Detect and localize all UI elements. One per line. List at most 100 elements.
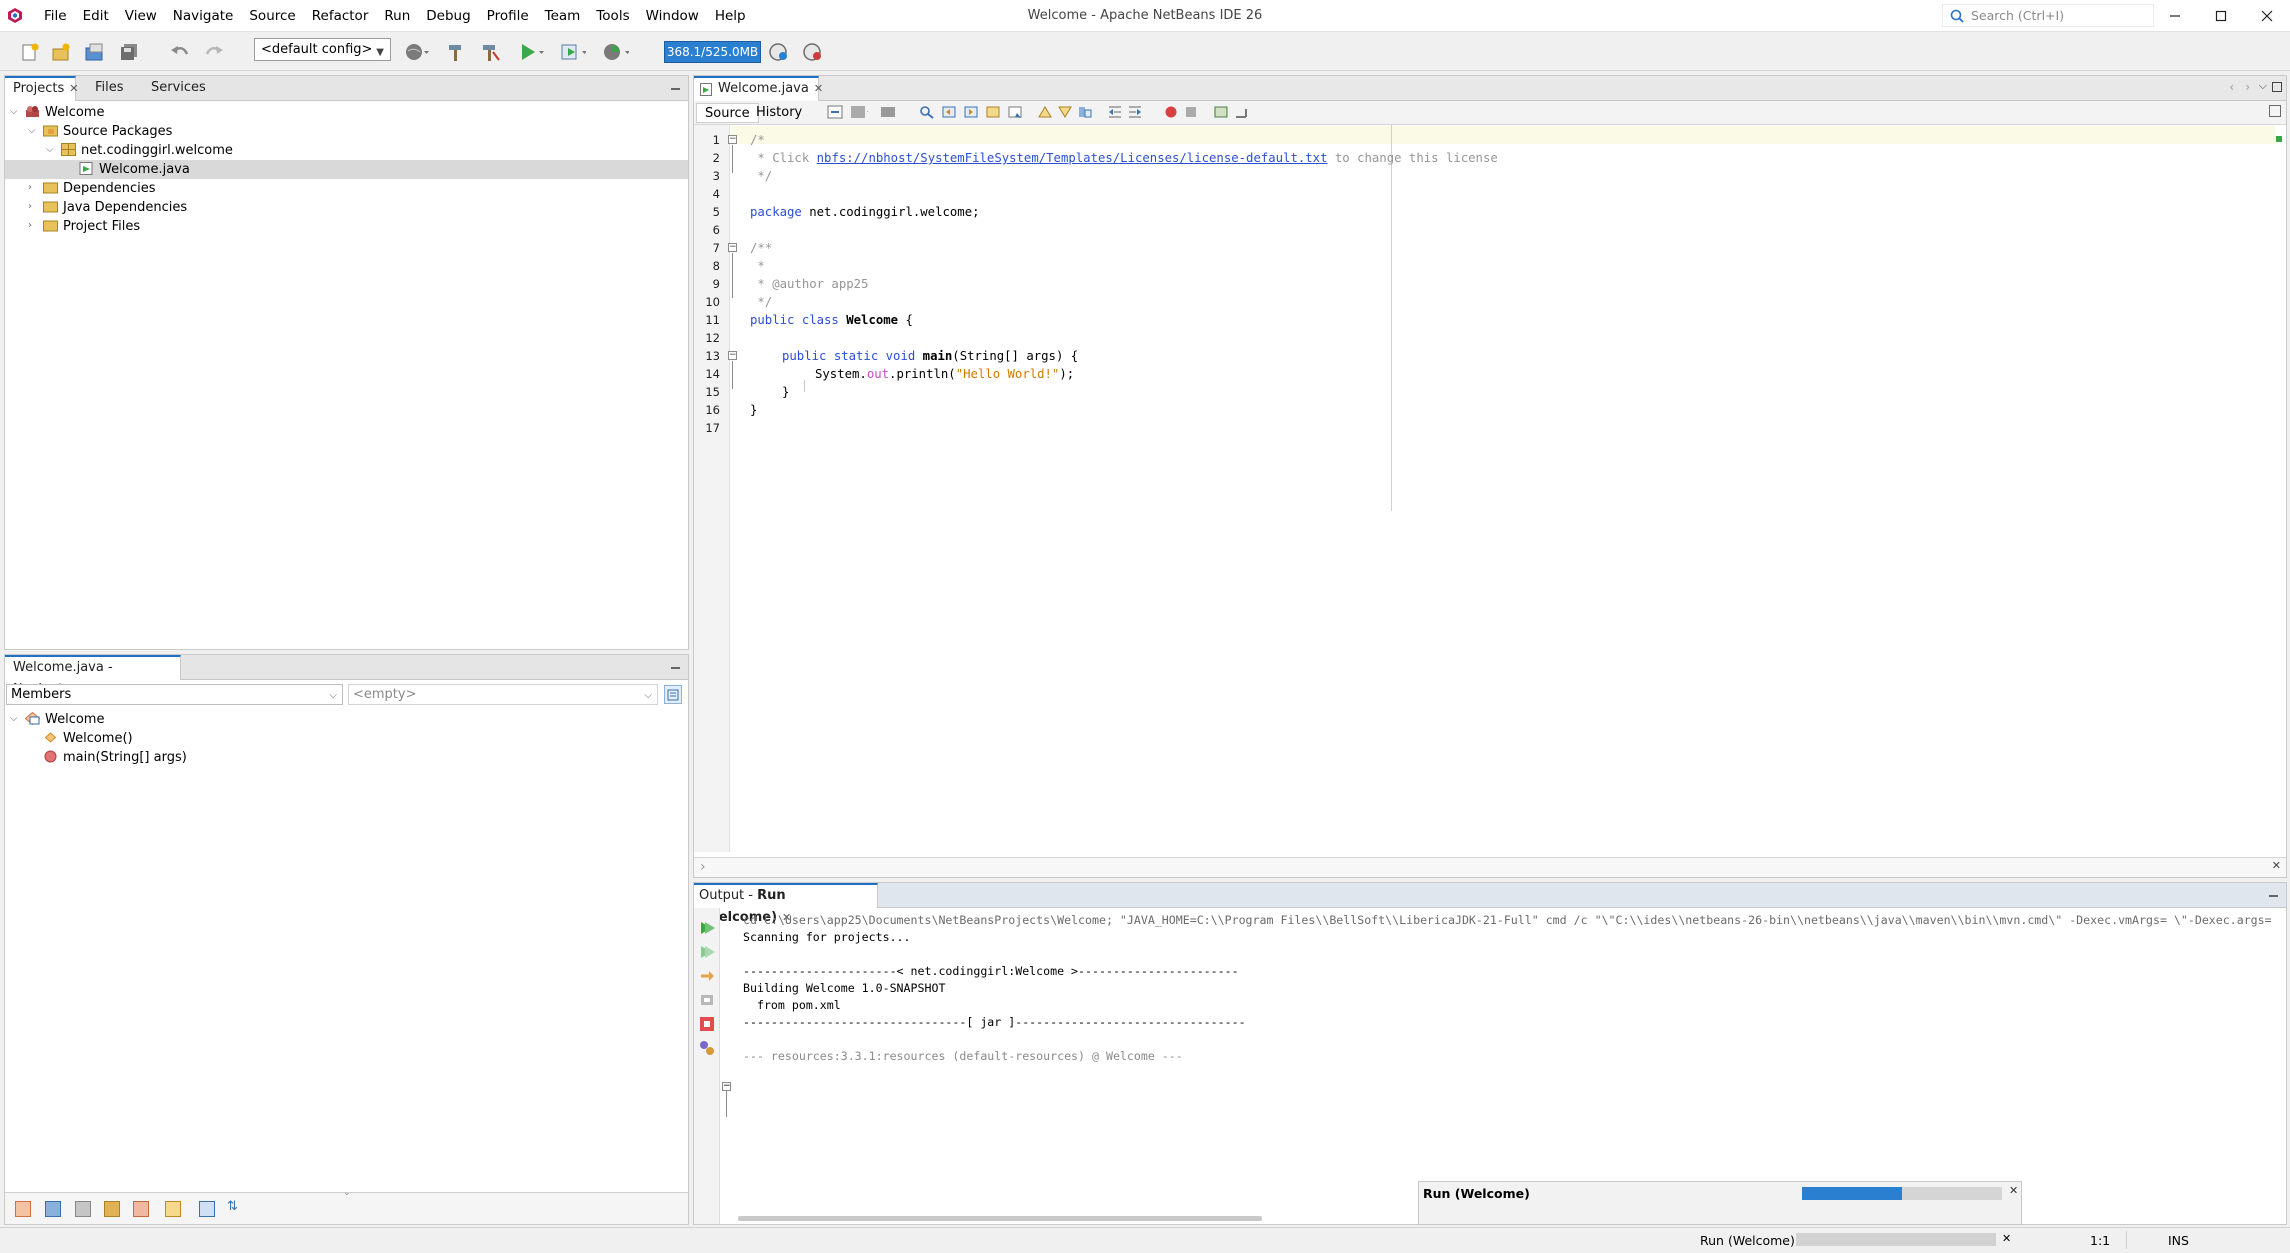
back-button[interactable] [850, 103, 868, 121]
shift-left-button[interactable] [1106, 103, 1124, 121]
save-all-button[interactable] [116, 39, 142, 65]
tab-navigator[interactable]: Welcome.java - Navigator✕ [5, 655, 181, 697]
menu-team[interactable]: Team [537, 0, 589, 32]
filter-static-icon[interactable] [75, 1201, 91, 1217]
code-line-1[interactable]: /* [750, 131, 765, 149]
maven-goals-button[interactable] [699, 1040, 715, 1060]
members-filter-dropdown[interactable]: Members ⌵ [6, 684, 343, 705]
filter-non-public-icon[interactable] [104, 1201, 120, 1217]
start-macro-button[interactable] [1162, 103, 1180, 121]
minimize-panel-icon[interactable] [671, 660, 680, 669]
breadcrumb-arrow-icon[interactable]: › [700, 859, 706, 875]
code-line-9[interactable]: * @author app25 [750, 275, 868, 293]
config-dropdown[interactable]: <default config> ▼ [254, 38, 391, 61]
new-project-button[interactable] [48, 39, 74, 65]
rerun-button[interactable] [699, 920, 715, 940]
insert-mode[interactable]: INS [2168, 1233, 2189, 1248]
menu-run[interactable]: Run [376, 0, 418, 32]
sort-az-icon[interactable]: ⇅ [227, 1199, 238, 1214]
minimize-panel-icon[interactable] [671, 81, 680, 90]
chevron-right-icon[interactable]: › [28, 201, 32, 212]
close-icon[interactable]: ✕ [2002, 1232, 2011, 1245]
tree-item-project[interactable]: Welcome [25, 103, 425, 122]
browser-button[interactable] [404, 39, 430, 65]
chevron-right-icon[interactable]: › [28, 182, 32, 193]
build-button[interactable] [443, 39, 469, 65]
chevron-down-icon[interactable]: ⌵ [10, 713, 18, 724]
tab-services[interactable]: Services [143, 76, 214, 101]
code-line-15[interactable]: } [782, 383, 789, 401]
rerun-with-params-button[interactable] [699, 944, 715, 964]
profile-button[interactable] [603, 39, 629, 65]
fold-toggle-icon[interactable]: − [728, 135, 737, 144]
maximize-button[interactable] [2198, 0, 2244, 32]
tree-item-source-packages[interactable]: Source Packages [43, 122, 443, 141]
resume-button[interactable] [699, 968, 715, 988]
nav-constructor[interactable]: Welcome() [43, 729, 343, 748]
last-edit-button[interactable] [826, 103, 844, 121]
code-line-8[interactable]: * [750, 257, 764, 275]
tree-item-dependencies[interactable]: Dependencies [43, 179, 443, 198]
tab-output-run[interactable]: Output - Run (Welcome) ✕ [694, 883, 878, 925]
tab-projects[interactable]: Projects ✕ [5, 76, 78, 101]
search-input[interactable]: Search (Ctrl+I) [1942, 4, 2154, 27]
code-line-2[interactable]: * Click nbfs://nbhost/SystemFileSystem/T… [750, 149, 1497, 167]
filter-sort-name-icon[interactable] [199, 1201, 215, 1217]
uncomment-button[interactable] [1232, 103, 1250, 121]
forward-button[interactable] [880, 103, 898, 121]
menu-tools[interactable]: Tools [588, 0, 637, 32]
tab-files[interactable]: Files [87, 76, 132, 101]
license-link[interactable]: nbfs://nbhost/SystemFileSystem/Templates… [817, 151, 1328, 165]
code-line-11[interactable]: public class Welcome { [750, 311, 913, 329]
tree-item-java-dependencies[interactable]: Java Dependencies [43, 198, 443, 217]
stop-button[interactable] [699, 1016, 715, 1036]
close-window-button[interactable] [2244, 0, 2290, 32]
new-file-button[interactable] [17, 39, 43, 65]
profile-ide-button[interactable] [800, 39, 826, 65]
comment-button[interactable] [1212, 103, 1230, 121]
resize-handle-icon[interactable]: ⌄ [343, 1188, 351, 1198]
tree-item-package[interactable]: net.codinggirl.welcome [61, 141, 461, 160]
tree-item-project-files[interactable]: Project Files [43, 217, 443, 236]
code-line-14[interactable]: System.out.println("Hello World!"); [815, 365, 1074, 383]
clean-build-button[interactable] [477, 39, 503, 65]
find-previous-button[interactable] [940, 103, 958, 121]
find-next-button[interactable] [962, 103, 980, 121]
fold-toggle-icon[interactable]: − [728, 243, 737, 252]
minimize-panel-icon[interactable] [2269, 888, 2278, 897]
close-icon[interactable]: ✕ [814, 82, 823, 95]
nav-class-welcome[interactable]: Welcome [25, 710, 325, 729]
toggle-bookmark-button[interactable] [1076, 103, 1094, 121]
stop-macro-button[interactable] [1182, 103, 1200, 121]
empty-dropdown[interactable]: <empty> ⌵ [348, 684, 658, 705]
settings-button[interactable] [699, 992, 715, 1012]
code-line-13[interactable]: public static void main(String[] args) { [782, 347, 1078, 365]
status-task-label[interactable]: Run (Welcome) [1700, 1233, 1795, 1248]
tab-welcome-java[interactable]: Welcome.java ✕ [694, 76, 823, 101]
redo-button[interactable] [201, 39, 227, 65]
menu-edit[interactable]: Edit [75, 0, 117, 32]
tab-list-icon[interactable]: ⌵ [2259, 79, 2267, 93]
menu-refactor[interactable]: Refactor [304, 0, 377, 32]
minimize-button[interactable] [2152, 0, 2198, 32]
filter-inherited-icon[interactable] [15, 1201, 31, 1217]
tab-scroll-right-icon[interactable]: › [2245, 80, 2250, 94]
menu-view[interactable]: View [117, 0, 165, 32]
toggle-highlight-button[interactable] [1006, 103, 1024, 121]
code-line-16[interactable]: } [750, 401, 757, 419]
tree-item-welcome-java[interactable]: Welcome.java [5, 160, 688, 179]
menu-navigate[interactable]: Navigate [165, 0, 242, 32]
chevron-down-icon[interactable]: ⌵ [46, 144, 54, 155]
code-line-3[interactable]: */ [750, 167, 772, 185]
chevron-down-icon[interactable]: ⌵ [28, 125, 36, 136]
horizontal-scrollbar[interactable] [738, 1216, 1262, 1221]
next-bookmark-button[interactable] [1056, 103, 1074, 121]
chevron-down-icon[interactable]: ⌵ [10, 106, 18, 117]
filter-sort-position-icon[interactable] [165, 1201, 181, 1217]
run-button[interactable] [518, 39, 544, 65]
close-icon[interactable]: ✕ [2009, 1184, 2018, 1197]
code-line-7[interactable]: /** [750, 239, 772, 257]
gc-button[interactable] [766, 39, 792, 65]
menu-debug[interactable]: Debug [418, 0, 478, 32]
tab-history[interactable]: History [748, 103, 810, 123]
